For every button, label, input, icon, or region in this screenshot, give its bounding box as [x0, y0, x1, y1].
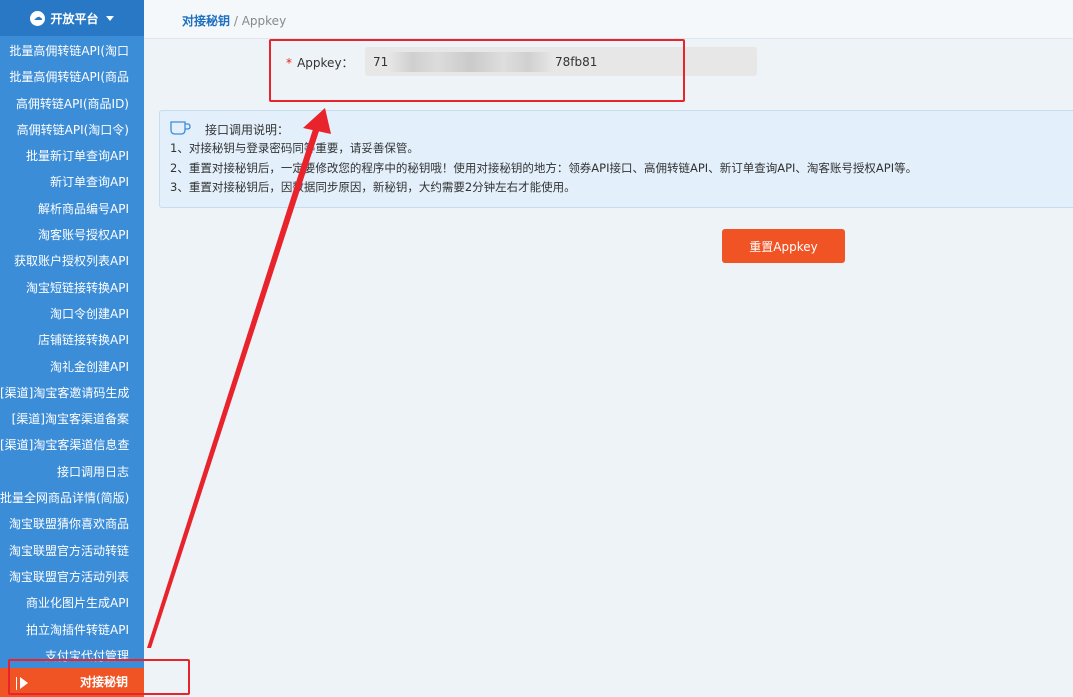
- notice-line: 1、对接秘钥与登录密码同等重要，请妥善保管。: [170, 141, 419, 155]
- sidebar-item[interactable]: 淘宝联盟官方活动转链: [0, 538, 144, 564]
- cup-icon: [170, 121, 191, 135]
- sidebar-item[interactable]: 批量全网商品详情(简版): [0, 485, 144, 511]
- sidebar: ☁ 开放平台 批量高佣转链API(淘口 批量高佣转链API(商品 高佣转链API…: [0, 0, 144, 697]
- sidebar-item[interactable]: 批量新订单查询API: [0, 143, 144, 169]
- sidebar-item[interactable]: 淘宝联盟猜你喜欢商品: [0, 511, 144, 537]
- notice-title: 接口调用说明：: [205, 123, 290, 137]
- sidebar-item[interactable]: 高佣转链API(商品ID): [0, 91, 144, 117]
- reset-appkey-button[interactable]: 重置Appkey: [722, 229, 845, 263]
- sidebar-item[interactable]: [渠道]淘宝客邀请码生成: [0, 380, 144, 406]
- cloud-logo-icon: ☁: [30, 10, 46, 26]
- breadcrumb-separator: /: [233, 14, 238, 28]
- sidebar-item[interactable]: 淘宝联盟官方活动列表: [0, 564, 144, 590]
- sidebar-item[interactable]: 批量高佣转链API(淘口: [0, 38, 144, 64]
- annotation-box-appkey: [269, 39, 685, 102]
- sidebar-item[interactable]: 获取账户授权列表API: [0, 248, 144, 274]
- breadcrumb: 对接秘钥 / Appkey: [182, 12, 286, 29]
- breadcrumb-current: Appkey: [241, 14, 287, 28]
- sidebar-item[interactable]: 淘宝短链接转换API: [0, 275, 144, 301]
- sidebar-item[interactable]: 店铺链接转换API: [0, 327, 144, 353]
- sidebar-item[interactable]: 新订单查询API: [0, 169, 144, 195]
- sidebar-item[interactable]: [渠道]淘宝客渠道信息查: [0, 432, 144, 458]
- annotation-arrow: [147, 108, 331, 648]
- breadcrumb-bar: 对接秘钥 / Appkey: [144, 0, 1073, 39]
- chevron-down-icon: [105, 15, 114, 21]
- sidebar-item[interactable]: 商业化图片生成API: [0, 590, 144, 616]
- platform-switcher[interactable]: ☁ 开放平台: [0, 0, 144, 36]
- notice-line: 2、重置对接秘钥后，一定要修改您的程序中的秘钥哦！使用对接秘钥的地方：领券API…: [170, 161, 918, 175]
- platform-label: 开放平台: [50, 11, 99, 26]
- annotation-box-sidebar: [8, 659, 190, 695]
- sidebar-item[interactable]: 淘礼金创建API: [0, 354, 144, 380]
- breadcrumb-parent[interactable]: 对接秘钥: [182, 14, 230, 28]
- sidebar-item[interactable]: 淘口令创建API: [0, 301, 144, 327]
- sidebar-item[interactable]: 拍立淘插件转链API: [0, 617, 144, 643]
- sidebar-item[interactable]: 解析商品编号API: [0, 196, 144, 222]
- sidebar-menu: 批量高佣转链API(淘口 批量高佣转链API(商品 高佣转链API(商品ID) …: [0, 38, 144, 669]
- sidebar-item[interactable]: 高佣转链API(淘口令): [0, 117, 144, 143]
- sidebar-item[interactable]: 接口调用日志: [0, 459, 144, 485]
- sidebar-item[interactable]: 淘客账号授权API: [0, 222, 144, 248]
- notice-line: 3、重置对接秘钥后，因数据同步原因，新秘钥，大约需要2分钟左右才能使用。: [170, 180, 576, 194]
- sidebar-item[interactable]: 批量高佣转链API(商品: [0, 64, 144, 90]
- sidebar-item[interactable]: [渠道]淘宝客渠道备案: [0, 406, 144, 432]
